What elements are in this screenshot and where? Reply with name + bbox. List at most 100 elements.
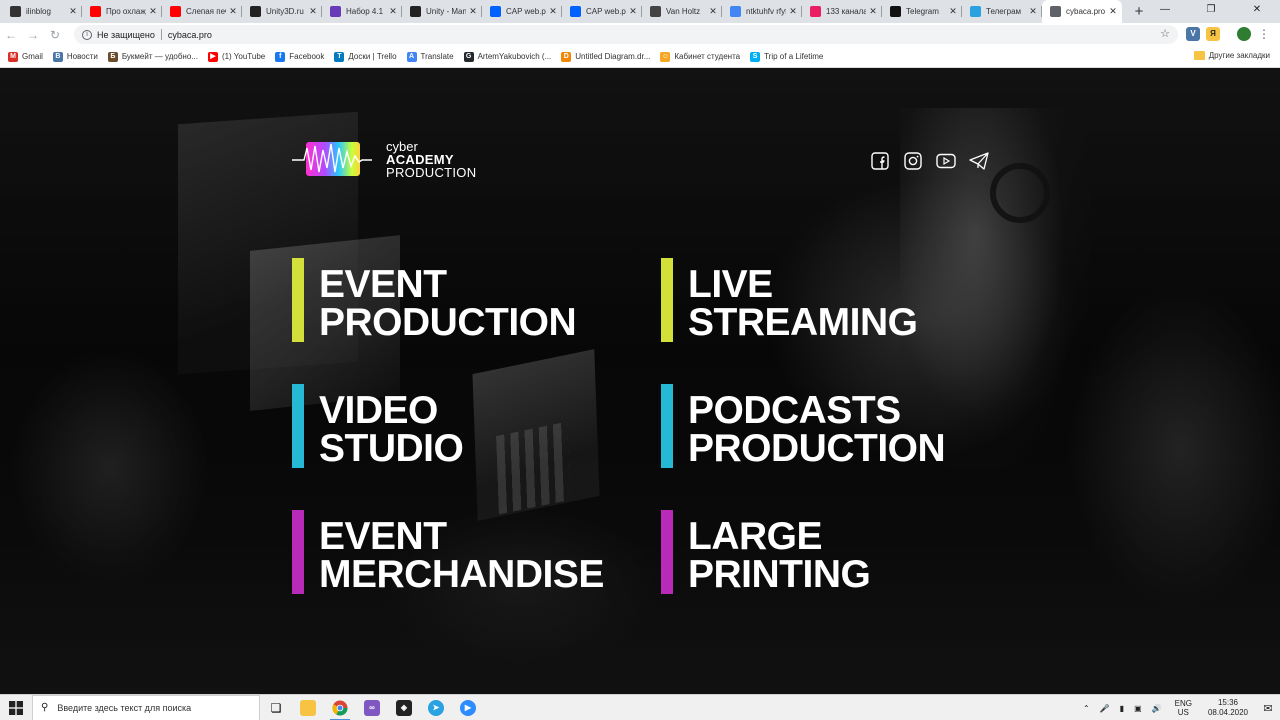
shield-icon [10,6,21,17]
form-icon [330,6,341,17]
close-tab-icon[interactable]: ✕ [708,6,718,17]
bookmark-item[interactable]: G ArtemYakubovich (... [463,51,551,62]
bookmark-item[interactable]: S Trip of a Lifetime [750,51,823,62]
browser-tab[interactable]: Телеграм ✕ [962,0,1042,23]
maximize-button[interactable]: ❐ [1188,0,1234,22]
browser-tab[interactable]: Unity3D.ru ✕ [242,0,322,23]
youtube-icon[interactable] [936,152,956,170]
close-tab-icon[interactable]: ✕ [388,6,398,17]
close-tab-icon[interactable]: ✕ [1108,6,1118,17]
bookmark-star-icon[interactable]: ☆ [1160,27,1170,40]
service-live-streaming[interactable]: LIVE STREAMING [661,258,918,342]
tab-label: Unity3D.ru [266,7,304,16]
bookmark-item[interactable]: D Untitled Diagram.dr... [561,51,650,62]
volume-icon[interactable]: 🔊 [1152,704,1162,713]
taskbar-search-box[interactable]: ⚲ Введите здесь текст для поиска [32,694,260,720]
start-button[interactable] [0,695,32,720]
bookmark-label: Gmail [22,52,43,61]
info-icon[interactable]: i [82,29,92,40]
taskbar-chrome[interactable] [324,695,356,720]
bookmark-item[interactable]: f Facebook [275,51,325,62]
browser-tab[interactable]: Unity - Manual✕ [402,0,482,23]
taskbar-visual-studio[interactable]: ∞ [356,695,388,720]
bookmark-item[interactable]: ▶ (1) YouTube [207,51,265,62]
reload-button[interactable]: ↻ [44,28,66,42]
browser-tab[interactable]: ilinblog ✕ [2,0,82,23]
bookmark-item[interactable]: M Gmail [8,51,43,62]
service-title-line2: PRODUCTION [319,301,577,344]
bookmark-item[interactable]: A Translate [406,51,454,62]
browser-tab[interactable]: Слепая печать✕ [162,0,242,23]
close-tab-icon[interactable]: ✕ [1028,6,1038,17]
other-bookmarks[interactable]: Другие закладки [1193,51,1270,60]
taskbar-telegram[interactable]: ➤ [420,695,452,720]
social-links [870,152,1002,170]
language-indicator[interactable]: ENG US [1175,699,1192,717]
service-accent-bar [661,258,673,342]
microphone-icon[interactable]: 🎤 [1100,704,1110,713]
telegram-icon[interactable] [969,152,989,170]
service-title-line2: PRODUCTION [688,427,946,470]
task-view-button[interactable]: ❏ [260,695,292,720]
taskbar-unity[interactable]: ◈ [388,695,420,720]
close-tab-icon[interactable]: ✕ [468,6,478,17]
tray-overflow-icon[interactable]: ⌃ [1083,704,1090,713]
close-tab-icon[interactable]: ✕ [868,6,878,17]
close-tab-icon[interactable]: ✕ [148,6,158,17]
medium-icon [890,6,901,17]
taskbar-zoom[interactable]: ▶ [452,695,484,720]
browser-tab-strip: ilinblog✕Про охлаждение✕Слепая печать✕Un… [0,0,1280,23]
bookmark-item[interactable]: T Доски | Trello [334,51,397,62]
site-logo[interactable]: cyber ACADEMY PRODUCTION [292,138,476,180]
system-clock[interactable]: 15:36 08.04.2020 [1208,698,1248,718]
close-tab-icon[interactable]: ✕ [948,6,958,17]
service-event-production[interactable]: EVENT PRODUCTION [292,258,577,344]
browser-tab[interactable]: Про охлаждение✕ [82,0,162,23]
browser-tab[interactable]: CAP web.pdf✕ [482,0,562,23]
bookmark-item[interactable]: ☺ Кабинет студента [660,51,740,62]
close-tab-icon[interactable]: ✕ [788,6,798,17]
service-video-studio[interactable]: VIDEO STUDIO [292,384,464,468]
url-text[interactable]: cybaca.pro [168,30,212,40]
bookmark-item[interactable]: В Новости [52,51,98,62]
service-title: PODCASTS PRODUCTION [688,384,946,470]
bookmark-label: Facebook [289,52,325,61]
vk-extension-icon[interactable]: V [1186,27,1200,41]
skype-icon: S [750,51,761,62]
service-large-printing[interactable]: LARGE PRINTING [661,510,871,594]
bookmark-label: Доски | Trello [348,52,397,61]
clock-date: 08.04.2020 [1207,708,1248,717]
close-tab-icon[interactable]: ✕ [68,6,78,17]
browser-tab[interactable]: Набор 4.1 ✕ [322,0,402,23]
taskbar-explorer[interactable] [292,695,324,720]
close-tab-icon[interactable]: ✕ [628,6,638,17]
extension-icon[interactable]: Я [1206,27,1220,41]
service-podcasts-production[interactable]: PODCASTS PRODUCTION [661,384,946,470]
service-accent-bar [661,510,673,594]
minimize-button[interactable]: — [1142,0,1188,22]
address-bar[interactable]: i Не защищено cybaca.pro ☆ [74,25,1178,44]
service-event-merchandise[interactable]: EVENT MERCHANDISE [292,510,604,594]
close-window-button[interactable]: ✕ [1234,0,1280,22]
browser-tab[interactable]: cybaca.pro ✕ [1042,0,1122,23]
close-tab-icon[interactable]: ✕ [308,6,318,17]
instagram-icon[interactable] [903,152,923,170]
back-button[interactable]: ← [0,28,22,42]
tab-label: Набор 4.1 [346,7,384,16]
clock-time: 15:36 [1217,698,1238,707]
browser-menu-icon[interactable]: ⋮ [1258,27,1270,41]
facebook-icon[interactable] [870,152,890,170]
notification-center-icon[interactable]: ✉ [1256,702,1280,715]
browser-tab[interactable]: Van Holtz ✕ [642,0,722,23]
battery-icon[interactable]: ▮ [1120,704,1124,713]
browser-tab[interactable]: 133 канала ✕ [802,0,882,23]
forward-button[interactable]: → [22,28,44,42]
profile-avatar[interactable] [1237,27,1251,41]
browser-tab[interactable]: ntktuhfv rfyf ✕ [722,0,802,23]
network-icon[interactable]: ▣ [1134,704,1142,713]
close-tab-icon[interactable]: ✕ [228,6,238,17]
bookmark-item[interactable]: Б Букмейт — удобно... [107,51,198,62]
browser-tab[interactable]: Telegram ✕ [882,0,962,23]
browser-tab[interactable]: CAP web.pdf✕ [562,0,642,23]
close-tab-icon[interactable]: ✕ [548,6,558,17]
